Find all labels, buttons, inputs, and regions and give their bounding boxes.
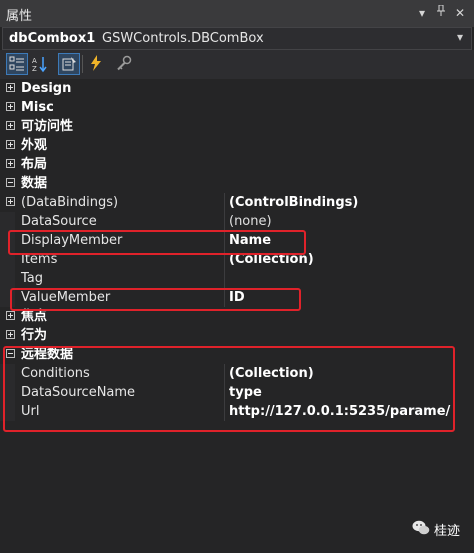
property-row[interactable]: Tag (0, 269, 474, 288)
property-pages-icon[interactable] (114, 53, 136, 75)
object-selector[interactable]: dbCombox1 GSWControls.DBComBox ▾ (2, 27, 472, 50)
row-gutter (0, 269, 15, 288)
category-accessibility[interactable]: 可访问性 (0, 117, 474, 136)
category-misc[interactable]: Misc (0, 98, 474, 117)
category-label: 可访问性 (21, 119, 74, 134)
alphabetical-icon[interactable]: A Z (30, 53, 52, 75)
expand-plus-icon[interactable] (6, 159, 15, 168)
wechat-icon (412, 520, 430, 540)
pin-icon[interactable] (433, 4, 449, 22)
expand-plus-icon[interactable] (6, 121, 15, 130)
expand-plus-icon[interactable] (6, 140, 15, 149)
chevron-down-icon[interactable]: ▾ (457, 30, 463, 44)
collapse-minus-icon[interactable] (6, 178, 15, 187)
category-label: Design (21, 81, 72, 96)
column-divider[interactable] (224, 269, 225, 288)
expand-plus-icon[interactable] (6, 311, 15, 320)
categorized-icon[interactable] (6, 53, 28, 75)
category-appearance[interactable]: 外观 (0, 136, 474, 155)
expand-plus-icon[interactable] (6, 330, 15, 339)
expand-plus-icon[interactable] (6, 197, 15, 206)
category-label: Misc (21, 100, 54, 115)
category-label: 行为 (21, 328, 48, 343)
events-icon[interactable] (86, 53, 108, 75)
property-toolbar: A Z (0, 50, 474, 79)
svg-text:Z: Z (32, 65, 37, 73)
toolbar-separator (82, 55, 83, 73)
category-layout[interactable]: 布局 (0, 155, 474, 174)
property-value[interactable]: (none) (229, 212, 272, 231)
dropdown-arrow-icon[interactable]: ▾ (414, 4, 430, 22)
row-gutter (0, 212, 15, 231)
category-label: 外观 (21, 138, 48, 153)
expand-plus-icon[interactable] (6, 83, 15, 92)
close-icon[interactable]: ✕ (452, 4, 468, 22)
property-value[interactable]: (ControlBindings) (229, 193, 358, 212)
column-divider[interactable] (224, 212, 225, 231)
column-divider[interactable] (224, 193, 225, 212)
properties-icon[interactable] (58, 53, 80, 75)
highlight-box-remote-data (3, 346, 455, 432)
expand-plus-icon[interactable] (6, 102, 15, 111)
property-name: DataSource (21, 214, 97, 229)
panel-title-bar: 属性 ▾ ✕ (0, 0, 474, 27)
category-data[interactable]: 数据 (0, 174, 474, 193)
category-label: 数据 (21, 176, 48, 191)
property-row[interactable]: DataSource (none) (0, 212, 474, 231)
panel-title: 属性 (6, 9, 33, 24)
watermark: 桂迹 (412, 520, 460, 539)
highlight-box-valuemember (10, 288, 301, 311)
category-design[interactable]: Design (0, 79, 474, 98)
property-name: (DataBindings) (21, 195, 119, 210)
highlight-box-displaymember (8, 230, 306, 255)
property-name: Tag (21, 271, 44, 286)
category-label: 布局 (21, 157, 48, 172)
object-name: dbCombox1 (9, 31, 96, 46)
object-type: GSWControls.DBComBox (102, 31, 264, 46)
svg-text:A: A (32, 57, 37, 65)
property-row[interactable]: (DataBindings) (ControlBindings) (0, 193, 474, 212)
category-behavior[interactable]: 行为 (0, 326, 474, 345)
watermark-text: 桂迹 (433, 524, 460, 539)
